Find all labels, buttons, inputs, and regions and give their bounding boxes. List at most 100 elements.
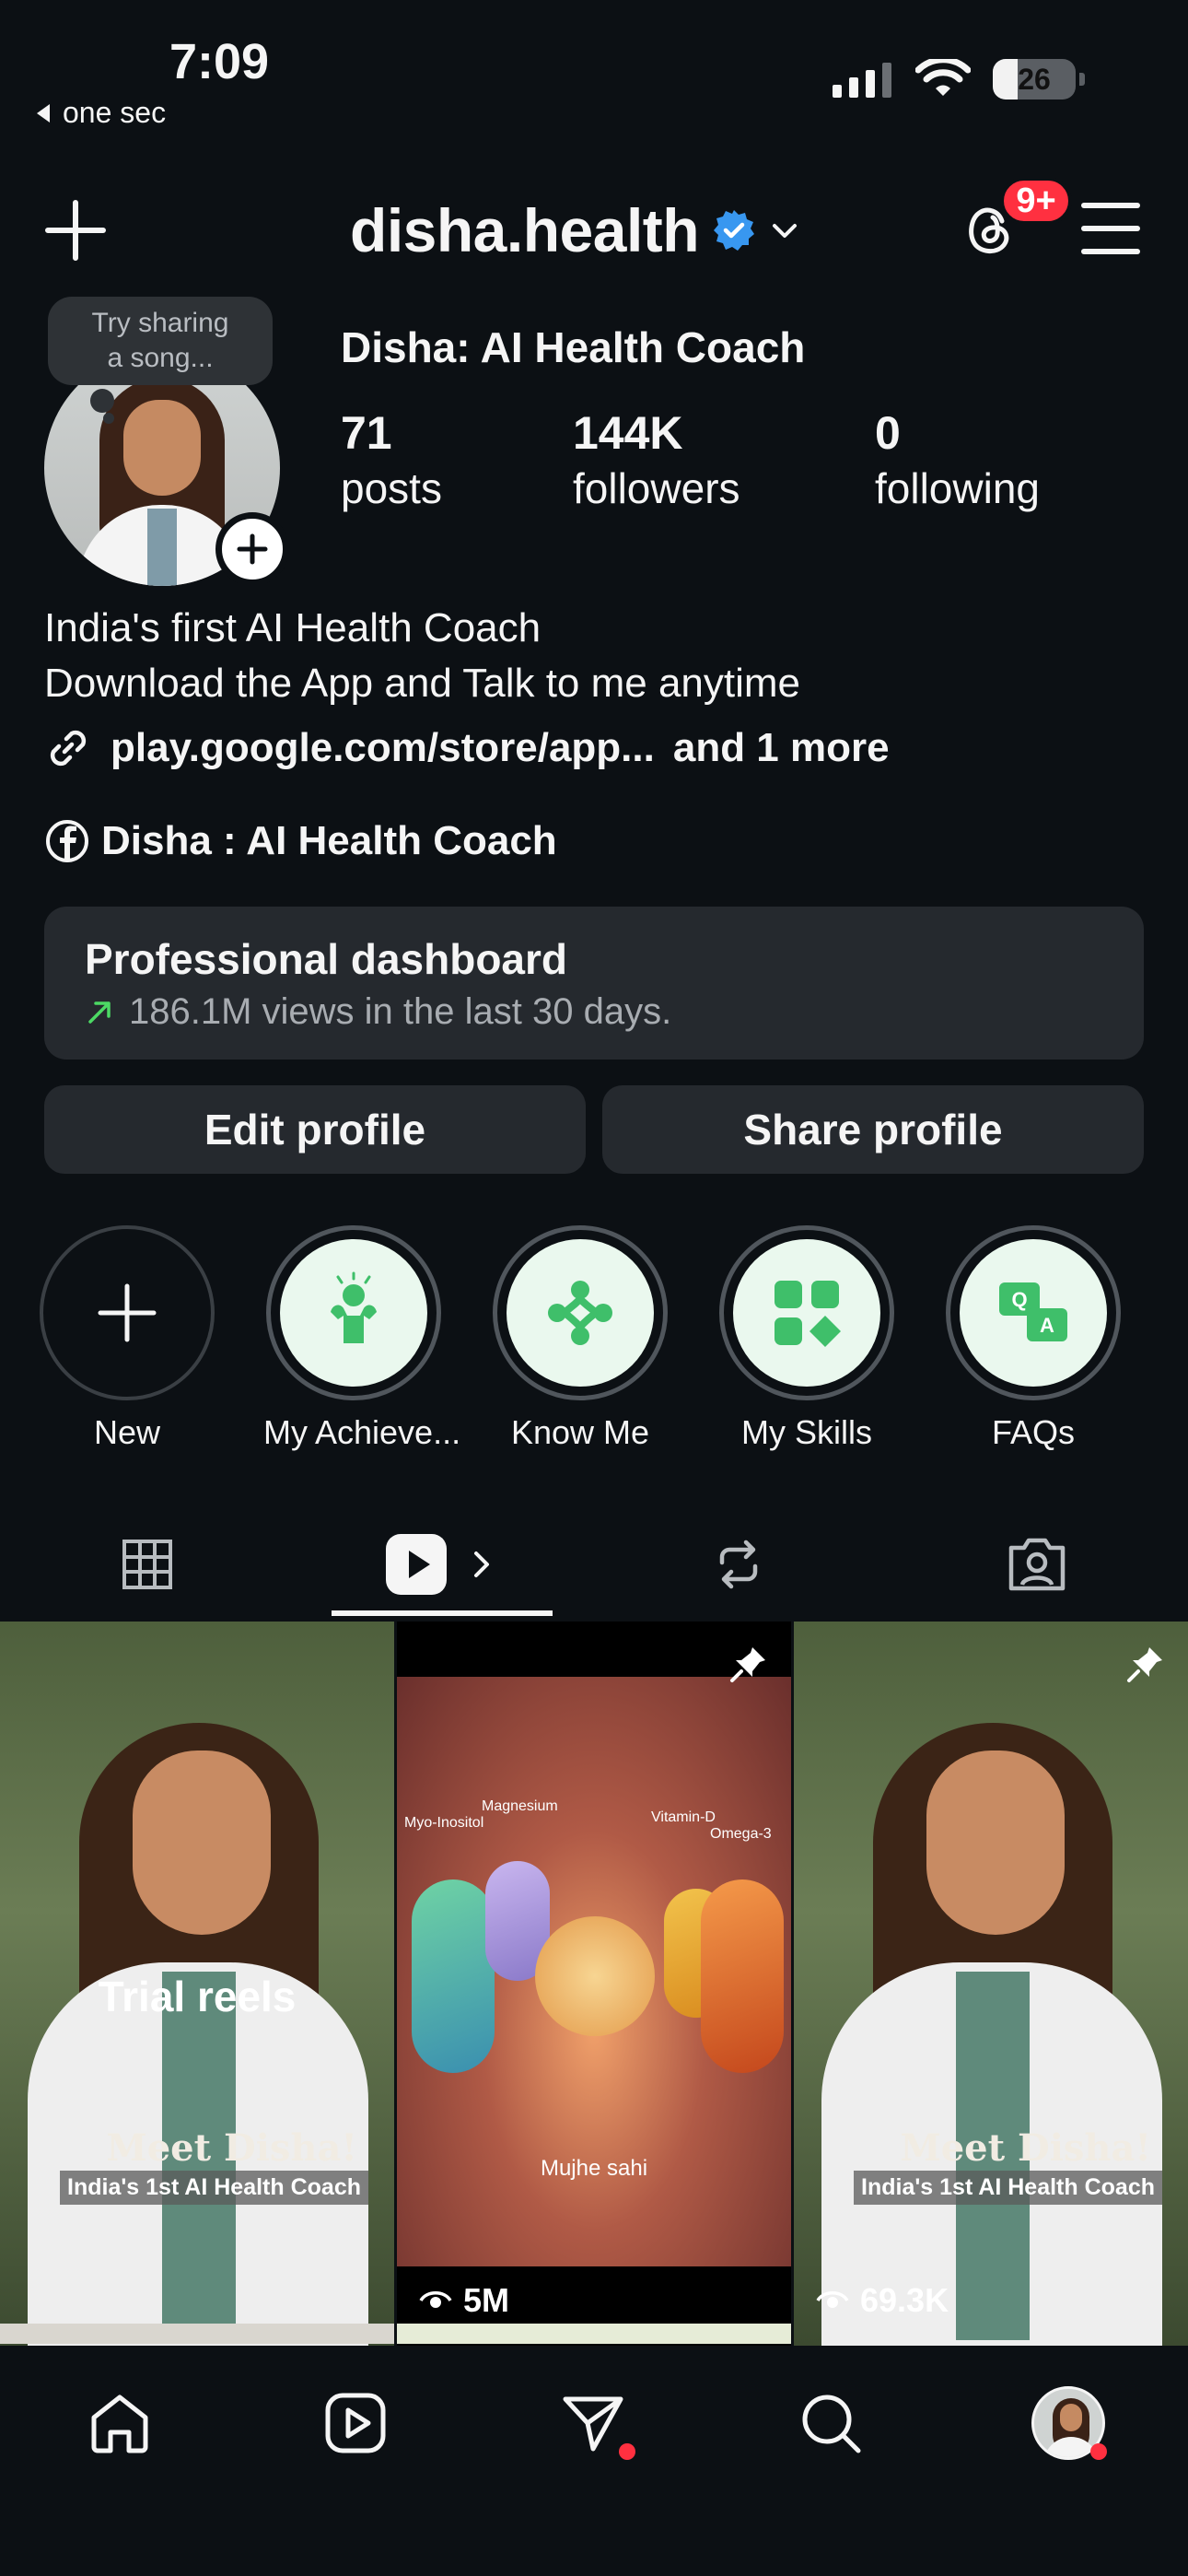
reel-views-count: 69.3K xyxy=(860,2281,949,2319)
add-story-button[interactable] xyxy=(215,512,289,586)
dashboard-subtitle: 186.1M views in the last 30 days. xyxy=(129,991,672,1032)
reel-views: 69.3K xyxy=(816,2281,949,2320)
highlight-label: My Achieve... xyxy=(263,1413,461,1451)
facebook-page-name: Disha : AI Health Coach xyxy=(101,818,557,863)
highlight-ring xyxy=(40,1225,215,1400)
highlight-ring xyxy=(493,1225,668,1400)
nav-home[interactable] xyxy=(83,2386,157,2460)
cellular-signal-icon xyxy=(833,63,891,98)
reel-thumbnail-trial[interactable]: Trial reels Meet Disha! India's 1st AI H… xyxy=(0,1622,394,2346)
highlight-label: FAQs xyxy=(991,1413,1076,1451)
bio-line-1: India's first AI Health Coach xyxy=(44,605,542,650)
plus-icon xyxy=(98,1283,157,1342)
nav-direct-messages[interactable] xyxy=(556,2386,635,2460)
nav-search[interactable] xyxy=(794,2386,868,2460)
unread-dot xyxy=(619,2443,635,2460)
highlight-label: New xyxy=(93,1413,161,1451)
back-to-app-link[interactable]: one sec xyxy=(37,96,166,130)
reel-thumbnail-supplements[interactable]: Magnesium Myo-Inositol Vitamin-D Omega-3… xyxy=(397,1622,791,2346)
link-text: play.google.com/store/app... xyxy=(111,725,655,770)
username: disha.health xyxy=(350,196,700,264)
eye-icon xyxy=(816,2291,849,2308)
create-plus-icon[interactable] xyxy=(42,197,109,263)
bio: India's first AI Health Coach Download t… xyxy=(44,601,800,711)
wifi-icon xyxy=(915,59,971,96)
reel-subtitle: India's 1st AI Health Coach xyxy=(854,2171,1162,2205)
next-row-thumbnail[interactable] xyxy=(397,2324,791,2344)
reels-icon xyxy=(325,2393,386,2453)
next-row-thumbnail[interactable] xyxy=(0,2324,394,2344)
reel-label-magnesium: Magnesium xyxy=(482,1798,558,1814)
profile-header: disha.health 9+ xyxy=(0,177,1188,276)
highlight-label: My Skills xyxy=(741,1413,872,1451)
stat-posts[interactable]: 71 posts xyxy=(341,405,442,516)
account-switcher[interactable]: disha.health xyxy=(350,195,800,265)
followers-count: 144K xyxy=(573,407,683,459)
trial-reels-label: Trial reels xyxy=(98,1973,297,2020)
highlight-my-achievements[interactable]: My Achieve... xyxy=(263,1225,461,1452)
tab-tagged[interactable] xyxy=(926,1511,1147,1618)
trending-up-arrow-icon xyxy=(88,1001,111,1024)
facebook-page-link[interactable]: Disha : AI Health Coach xyxy=(44,818,557,864)
profile-avatar[interactable] xyxy=(44,350,289,586)
reel-views: 5M xyxy=(419,2281,509,2320)
note-line-1: Try sharing xyxy=(91,308,229,338)
edit-profile-button[interactable]: Edit profile xyxy=(44,1085,586,1174)
tab-posts-grid[interactable] xyxy=(37,1511,258,1618)
status-time: 7:09 xyxy=(169,34,270,89)
facebook-icon xyxy=(46,820,88,862)
back-app-label: one sec xyxy=(63,96,167,129)
plus-icon xyxy=(237,533,268,565)
highlight-know-me[interactable]: Know Me xyxy=(490,1225,670,1452)
highlight-my-skills[interactable]: My Skills xyxy=(716,1225,897,1452)
bio-link[interactable]: play.google.com/store/app... and 1 more xyxy=(44,724,890,772)
tagged-person-icon xyxy=(1008,1538,1066,1591)
highlight-new[interactable]: New xyxy=(37,1225,217,1452)
highlight-faqs[interactable]: Q A FAQs xyxy=(943,1225,1124,1452)
share-profile-button[interactable]: Share profile xyxy=(602,1085,1144,1174)
note-line-2: a song... xyxy=(107,343,214,373)
dashboard-subtitle-row: 186.1M views in the last 30 days. xyxy=(85,991,1103,1033)
tab-reposts[interactable] xyxy=(628,1511,849,1618)
stat-followers[interactable]: 144K followers xyxy=(573,405,740,516)
back-triangle-icon xyxy=(37,103,50,123)
dashboard-title: Professional dashboard xyxy=(85,935,568,983)
reel-caption: Mujhe sahi xyxy=(540,2156,648,2181)
tab-reels[interactable] xyxy=(332,1511,553,1618)
reel-subtitle: India's 1st AI Health Coach xyxy=(60,2171,368,2205)
system-icons: 26 xyxy=(833,59,1085,100)
professional-dashboard-card[interactable]: Professional dashboard 186.1M views in t… xyxy=(44,907,1144,1060)
link-more: and 1 more xyxy=(672,725,890,770)
reel-label-myo-inositol: Myo-Inositol xyxy=(404,1815,484,1831)
chevron-down-icon xyxy=(773,224,798,238)
content-tabs xyxy=(0,1511,1188,1618)
eye-icon xyxy=(419,2291,452,2308)
following-label: following xyxy=(875,464,1040,512)
reel-label-omega-3: Omega-3 xyxy=(710,1826,772,1842)
svg-text:A: A xyxy=(1040,1314,1054,1337)
strong-person-icon xyxy=(331,1271,377,1343)
posts-count: 71 xyxy=(341,407,392,459)
highlight-ring xyxy=(266,1225,441,1400)
display-name: Disha: AI Health Coach xyxy=(341,323,806,371)
menu-hamburger-icon[interactable] xyxy=(1081,203,1140,254)
nav-profile[interactable] xyxy=(1031,2386,1107,2460)
note-bubble[interactable]: Try sharing a song... xyxy=(48,297,273,385)
skills-grid-icon xyxy=(775,1281,841,1347)
link-icon xyxy=(50,730,87,767)
reel-thumbnail-meet-disha[interactable]: Meet Disha! India's 1st AI Health Coach … xyxy=(794,1622,1188,2346)
reel-label-vitamin-d: Vitamin-D xyxy=(651,1809,716,1825)
qa-chat-icon: Q A xyxy=(999,1282,1067,1341)
home-icon xyxy=(91,2395,148,2453)
reel-views-count: 5M xyxy=(463,2281,510,2319)
highlight-label: Know Me xyxy=(510,1413,650,1451)
battery-level: 26 xyxy=(1018,62,1051,96)
bio-line-2: Download the App and Talk to me anytime xyxy=(44,661,801,706)
nav-reels[interactable] xyxy=(319,2386,392,2460)
bottom-navigation xyxy=(0,2346,1188,2576)
followers-label: followers xyxy=(573,464,740,512)
reel-artwork: Magnesium Myo-Inositol Vitamin-D Omega-3… xyxy=(397,1677,791,2266)
stat-following[interactable]: 0 following xyxy=(875,405,1040,516)
reel-title: Meet Disha! xyxy=(900,2126,1151,2170)
battery-indicator: 26 xyxy=(993,59,1076,100)
